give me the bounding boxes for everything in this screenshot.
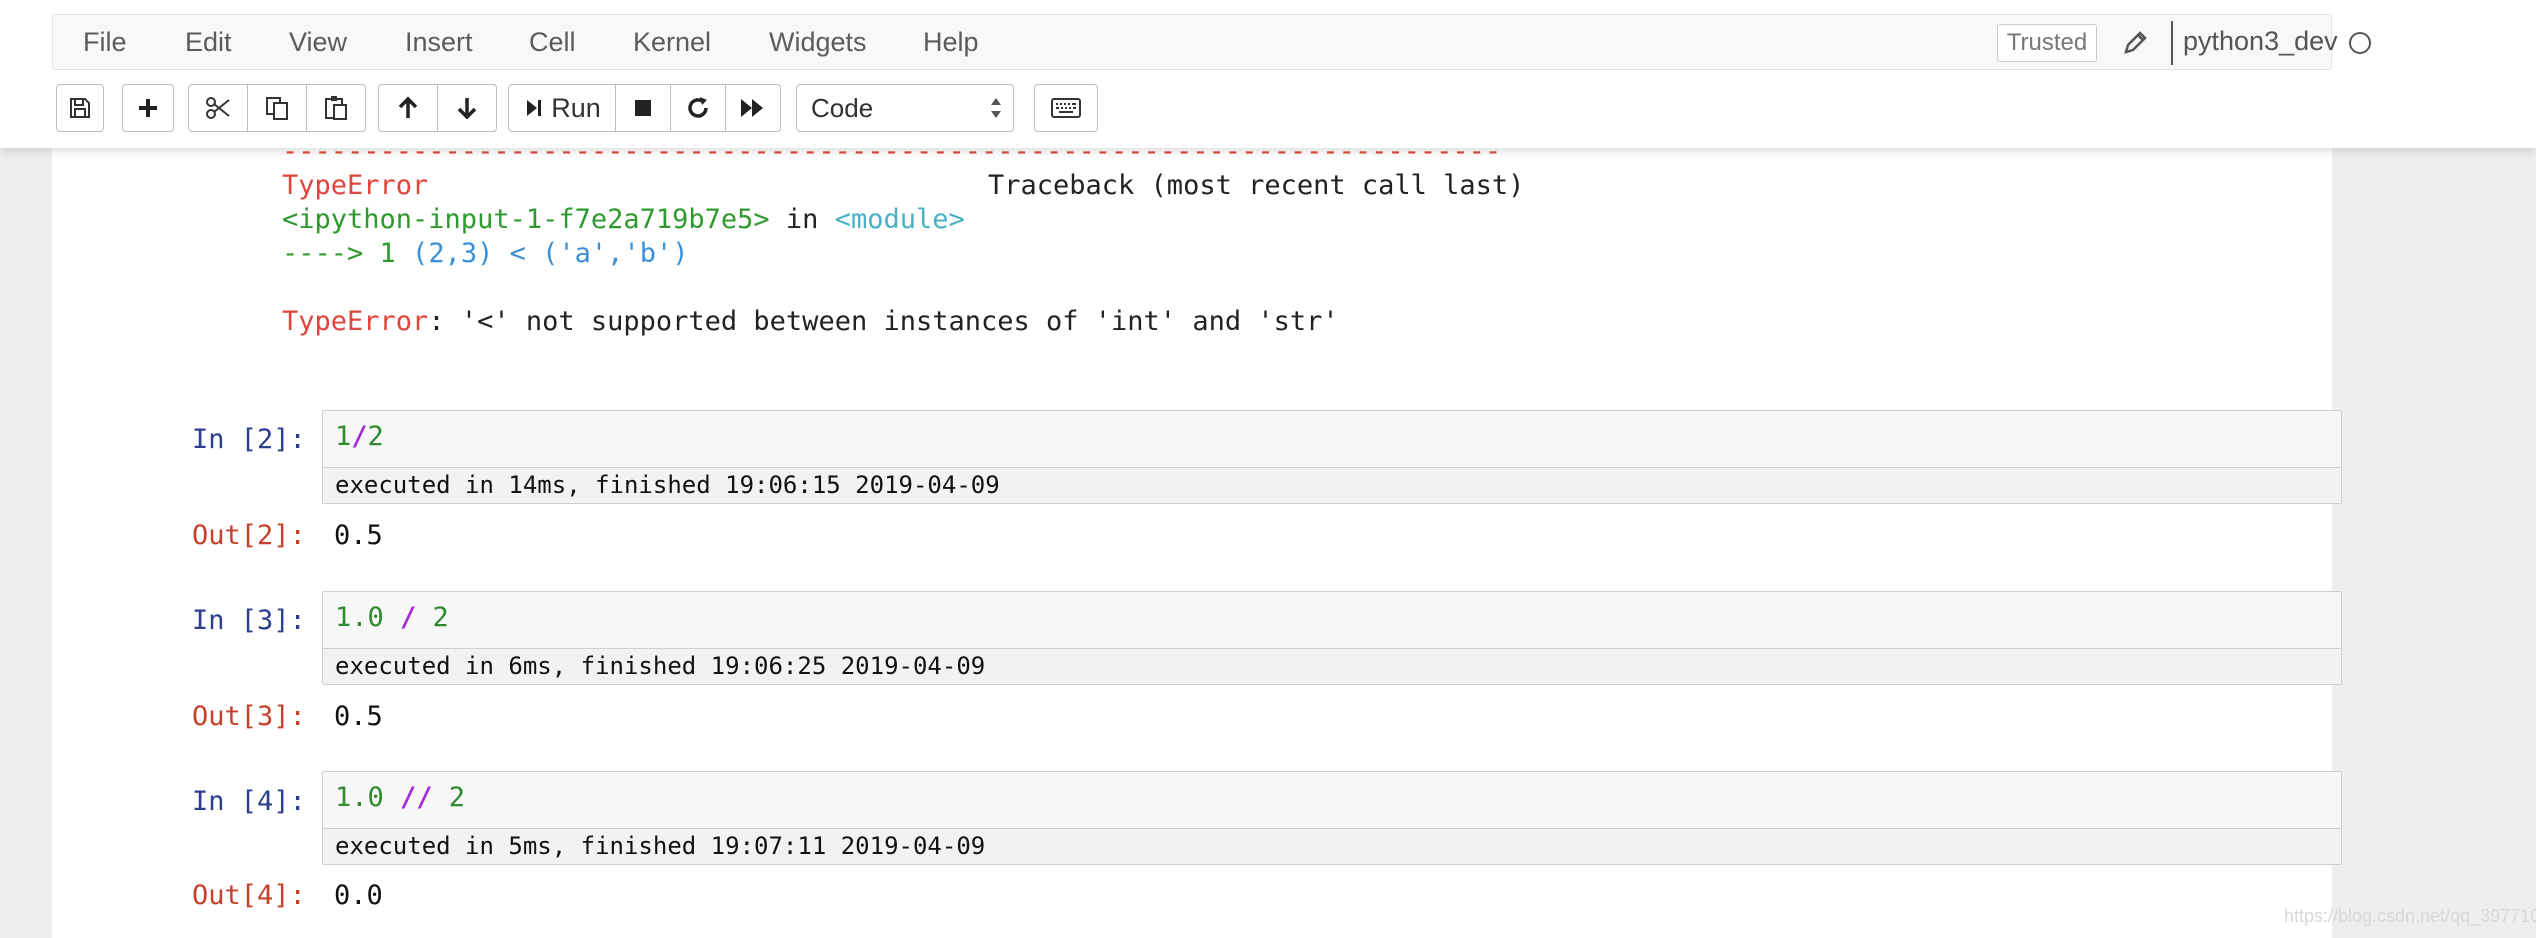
menu-view[interactable]: View	[289, 27, 347, 58]
cell-3-in-prompt: In [3]:	[192, 605, 306, 636]
toolbar-clipboard-group	[188, 84, 366, 132]
traceback-input-ref: <ipython-input-1-f7e2a719b7e5>	[282, 204, 770, 235]
cell-2-code[interactable]: 1/2	[335, 421, 384, 452]
menu-help[interactable]: Help	[923, 27, 979, 58]
interrupt-button[interactable]	[615, 84, 671, 132]
toolbar-move-group	[378, 84, 497, 132]
menu-cell[interactable]: Cell	[529, 27, 576, 58]
restart-button[interactable]	[670, 84, 726, 132]
keyboard-icon	[1051, 98, 1081, 118]
trusted-badge[interactable]: Trusted	[1997, 24, 2097, 62]
scissors-icon	[206, 97, 230, 119]
kernel-name[interactable]: python3_dev	[2183, 26, 2338, 57]
traceback-code-token: ,	[607, 238, 624, 269]
traceback-module: <module>	[834, 204, 965, 235]
move-up-button[interactable]	[378, 84, 438, 132]
insert-cell-button[interactable]	[122, 84, 174, 132]
code-operator: //	[400, 782, 433, 813]
copy-icon	[266, 97, 288, 120]
cell-2-input[interactable]: 1/2 executed in 14ms, finished 19:06:15 …	[322, 410, 2342, 504]
cell-4-in-prompt: In [4]:	[192, 786, 306, 817]
kernel-separator	[2171, 21, 2173, 65]
restart-run-all-button[interactable]	[725, 84, 781, 132]
code-number: 2	[367, 421, 384, 452]
toolbar-run-group: Run	[508, 84, 781, 132]
cell-2-out-prompt: Out[2]:	[192, 520, 306, 551]
cell-2-in-prompt: In [2]:	[192, 424, 306, 455]
cell-3-out-prompt: Out[3]:	[192, 701, 306, 732]
cell-2-output: 0.5	[334, 520, 383, 551]
cell-4-out-prompt: Out[4]:	[192, 880, 306, 911]
menu-file[interactable]: File	[83, 27, 127, 58]
traceback-code-token: ,	[444, 238, 461, 269]
paste-button[interactable]	[306, 84, 366, 132]
cut-button[interactable]	[188, 84, 248, 132]
toolbar-keyboard-group	[1034, 84, 1098, 132]
cell-2-exec-time: executed in 14ms, finished 19:06:15 2019…	[323, 467, 2341, 503]
menu-edit[interactable]: Edit	[185, 27, 232, 58]
menubar: File Edit View Insert Cell Kernel Widget…	[52, 14, 2371, 70]
arrow-up-icon	[398, 96, 418, 118]
stop-icon	[635, 100, 651, 116]
move-down-button[interactable]	[437, 84, 497, 132]
cell-3-code[interactable]: 1.0 / 2	[335, 602, 449, 633]
cell-type-select[interactable]: Code	[796, 84, 1014, 132]
cell-4-code[interactable]: 1.0 // 2	[335, 782, 465, 813]
code-number: 1.0	[335, 782, 401, 813]
plus-icon	[139, 99, 157, 117]
traceback-error-name: TypeError	[282, 170, 429, 201]
edit-pencil-icon[interactable]	[2117, 25, 2153, 61]
traceback-code-token: 'a'	[558, 238, 608, 269]
traceback-arrow: ----> 1	[282, 238, 413, 269]
cell-4-output: 0.0	[334, 880, 383, 911]
save-button[interactable]	[56, 84, 104, 132]
code-number: 2	[416, 602, 449, 633]
restart-icon	[688, 97, 708, 118]
traceback-final-error: TypeError	[282, 306, 429, 337]
traceback-code-token: ) < (	[477, 238, 559, 269]
watermark: https://blog.csdn.net/qq_39771006	[2284, 906, 2536, 926]
cell-4-exec-time: executed in 5ms, finished 19:07:11 2019-…	[323, 828, 2341, 864]
notebook-header: File Edit View Insert Cell Kernel Widget…	[0, 0, 2536, 148]
cell-3-exec-time: executed in 6ms, finished 19:06:25 2019-…	[323, 648, 2341, 684]
traceback-code-token: (	[412, 238, 429, 269]
traceback-in-word: in	[769, 204, 835, 235]
menu-kernel[interactable]: Kernel	[633, 27, 711, 58]
code-operator: /	[400, 602, 417, 633]
cell-type-value: Code	[811, 93, 874, 123]
run-button-label: Run	[551, 92, 601, 123]
run-button[interactable]: Run	[508, 84, 616, 132]
step-forward-icon	[527, 100, 542, 116]
arrow-down-icon	[457, 98, 477, 120]
copy-button[interactable]	[247, 84, 307, 132]
paste-icon	[325, 96, 347, 120]
traceback-code-token: 'b'	[623, 238, 673, 269]
toolbar-insert-group	[122, 84, 174, 132]
kernel-idle-indicator-icon	[2349, 32, 2371, 54]
select-arrows-icon	[991, 98, 1001, 118]
cell-3-output: 0.5	[334, 701, 383, 732]
traceback-code-token: )	[672, 238, 689, 269]
traceback-final-message: : '<' not supported between instances of…	[428, 306, 1339, 337]
traceback-code-token: 3	[460, 238, 478, 269]
traceback-final-line: TypeError: '<' not supported between ins…	[282, 306, 1339, 337]
menu-insert[interactable]: Insert	[405, 27, 473, 58]
cell-4-input[interactable]: 1.0 // 2 executed in 5ms, finished 19:07…	[322, 771, 2342, 865]
traceback-code-token: 2	[428, 238, 445, 269]
save-icon	[70, 98, 90, 118]
traceback-code-line: ----> 1 (2,3) < ('a','b')	[282, 238, 688, 269]
code-number: 2	[432, 782, 466, 813]
fast-forward-icon	[741, 99, 763, 117]
traceback-header: Traceback (most recent call last)	[988, 170, 1525, 201]
cell-3-input[interactable]: 1.0 / 2 executed in 6ms, finished 19:06:…	[322, 591, 2342, 685]
code-number: 1.0	[335, 602, 401, 633]
toolbar-save-group	[56, 84, 104, 132]
command-palette-button[interactable]	[1034, 84, 1098, 132]
menu-widgets[interactable]: Widgets	[769, 27, 867, 58]
code-operator: /	[351, 421, 368, 452]
code-number: 1	[335, 421, 352, 452]
traceback-location: <ipython-input-1-f7e2a719b7e5> in <modul…	[282, 204, 965, 235]
